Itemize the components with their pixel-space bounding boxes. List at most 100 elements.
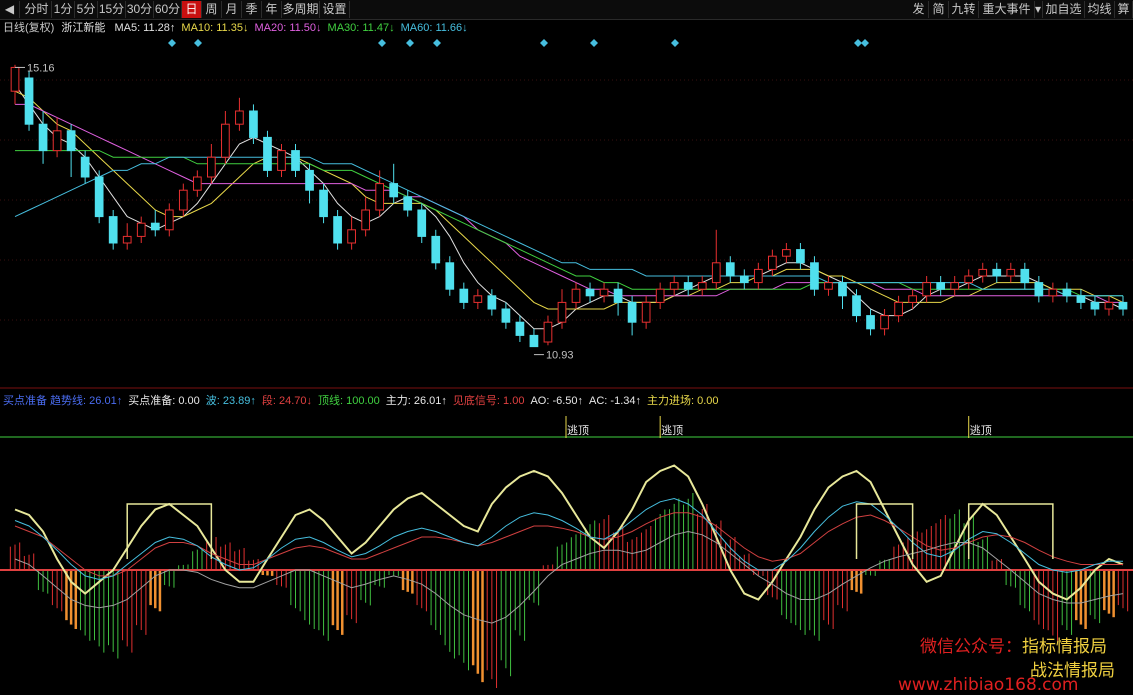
signal-diamond-1 <box>194 39 202 47</box>
toolbar-right-0[interactable]: 发 <box>909 1 929 18</box>
candle-33 <box>473 295 483 303</box>
signal-label-1: 逃顶 <box>661 424 683 437</box>
period-tab-0[interactable]: 分时 <box>22 1 52 18</box>
period-toolbar: ◀ 分时 1分 5分 15分 30分 60分日周月季年多周期 设置 发简九转 重大事件 加自选均… <box>0 0 1133 20</box>
candle-49 <box>697 282 707 290</box>
signal-diamond-5 <box>540 39 548 47</box>
candle-43 <box>613 288 623 303</box>
candle-5 <box>80 156 90 178</box>
candle-74 <box>1048 288 1058 297</box>
toolbar-right-2[interactable]: 九转 <box>949 1 979 18</box>
toolbar-right-6[interactable]: 算 <box>1115 1 1133 18</box>
candle-61 <box>866 315 875 330</box>
candle-36 <box>515 321 525 336</box>
candle-52 <box>739 275 749 284</box>
kline-chart[interactable]: 15.16 10.93 逃顶 逃顶 逃顶 <box>0 20 1133 694</box>
candle-29 <box>417 209 427 237</box>
candle-54 <box>768 255 777 270</box>
candle-76 <box>1076 295 1086 303</box>
indicator-label-4: 顶线: 100.00 <box>318 395 380 407</box>
back-arrow-icon[interactable]: ◀ <box>0 1 20 18</box>
candle-72 <box>1020 268 1030 284</box>
candle-63 <box>894 301 903 317</box>
period-tab-7[interactable]: 周 <box>202 1 222 18</box>
period-tab-1[interactable]: 1分 <box>52 1 75 18</box>
indicator-label-8: AC: -1.34↑ <box>589 395 641 407</box>
candle-38 <box>543 321 553 343</box>
indicator-label-0: 买点准备 趋势线: 26.01↑ <box>3 395 123 407</box>
signal-diamond-2 <box>378 39 386 47</box>
candle-17 <box>249 110 258 138</box>
candle-7 <box>108 216 118 244</box>
candle-20 <box>291 150 300 171</box>
candle-31 <box>445 262 455 290</box>
candle-48 <box>683 282 693 290</box>
candle-66 <box>936 282 946 290</box>
candle-51 <box>725 262 735 277</box>
indicator-label-5: 主力: 26.01↑ <box>385 395 447 407</box>
candle-71 <box>1006 268 1016 277</box>
signal-diamond-7 <box>671 39 679 47</box>
candle-12 <box>178 189 188 211</box>
plateau-0 <box>126 503 213 559</box>
candle-65 <box>922 282 931 297</box>
toolbar-right-1[interactable]: 简 <box>929 1 949 18</box>
indicator-label-2: 波: 23.89↑ <box>205 395 256 407</box>
candle-2 <box>38 123 48 152</box>
indicator-label-3: 段: 24.70↓ <box>261 395 313 407</box>
period-tab-9[interactable]: 季 <box>242 1 262 18</box>
period-tab-8[interactable]: 月 <box>222 1 242 18</box>
period-tab-6[interactable]: 日 <box>182 1 202 18</box>
indicator-label-1: 买点准备: 0.00 <box>128 395 200 407</box>
osc-line-yellow <box>14 464 1124 601</box>
candle-15 <box>221 123 230 158</box>
watermark-wechat: 微信公众号：指标情报局 <box>920 637 1107 657</box>
period-tab-3[interactable]: 15分 <box>98 1 126 18</box>
ma-line-MA30 <box>15 150 1123 297</box>
candle-57 <box>810 262 819 290</box>
toolbar-right-5[interactable]: 均线 <box>1085 1 1115 18</box>
candle-9 <box>136 222 146 237</box>
period-tab-2[interactable]: 5分 <box>75 1 98 18</box>
period-tab-12[interactable]: 设置 <box>320 1 350 18</box>
candle-70 <box>992 268 1002 277</box>
signal-diamond-8 <box>854 39 862 47</box>
period-tab-5[interactable]: 60分 <box>154 1 182 18</box>
signal-diamond-3 <box>406 39 414 47</box>
candle-69 <box>978 268 988 277</box>
candle-13 <box>192 176 202 191</box>
candle-45 <box>641 301 651 323</box>
period-tab-11[interactable]: 多周期 <box>282 1 320 18</box>
indicator-header: 买点准备 趋势线: 26.01↑ 买点准备: 0.00 波: 23.89↑ 段: 24… <box>3 394 725 409</box>
candle-44 <box>627 301 637 323</box>
candle-6 <box>94 176 104 218</box>
candle-73 <box>1034 282 1044 297</box>
low-label: 10.93 <box>546 350 574 362</box>
candle-18 <box>263 136 272 171</box>
candle-26 <box>375 183 385 211</box>
osc-line-cyan <box>14 497 1123 580</box>
candle-41 <box>585 288 595 297</box>
indicator-label-9: 主力进场: 0.00 <box>647 395 719 407</box>
candle-55 <box>782 249 791 257</box>
candle-75 <box>1062 288 1072 297</box>
candle-27 <box>389 183 399 198</box>
candle-24 <box>347 229 356 244</box>
signal-label-2: 逃顶 <box>970 424 992 437</box>
period-tab-10[interactable]: 年 <box>262 1 282 18</box>
toolbar-right-4[interactable]: 加自选 <box>1043 1 1085 18</box>
candle-53 <box>753 268 763 284</box>
candle-58 <box>824 282 833 290</box>
signal-diamond-6 <box>590 39 598 47</box>
dropdown-arrow-icon[interactable]: ▾ <box>1034 1 1043 18</box>
candle-77 <box>1090 301 1100 310</box>
period-tab-4[interactable]: 30分 <box>126 1 154 18</box>
indicator-label-7: AO: -6.50↑ <box>530 395 584 407</box>
candle-39 <box>557 301 567 323</box>
candle-8 <box>122 235 132 244</box>
toolbar-right-3[interactable]: 重大事件 <box>979 1 1035 18</box>
candle-11 <box>164 209 174 231</box>
candle-4 <box>66 130 76 152</box>
candle-25 <box>361 209 370 231</box>
signal-diamond-9 <box>861 39 869 47</box>
